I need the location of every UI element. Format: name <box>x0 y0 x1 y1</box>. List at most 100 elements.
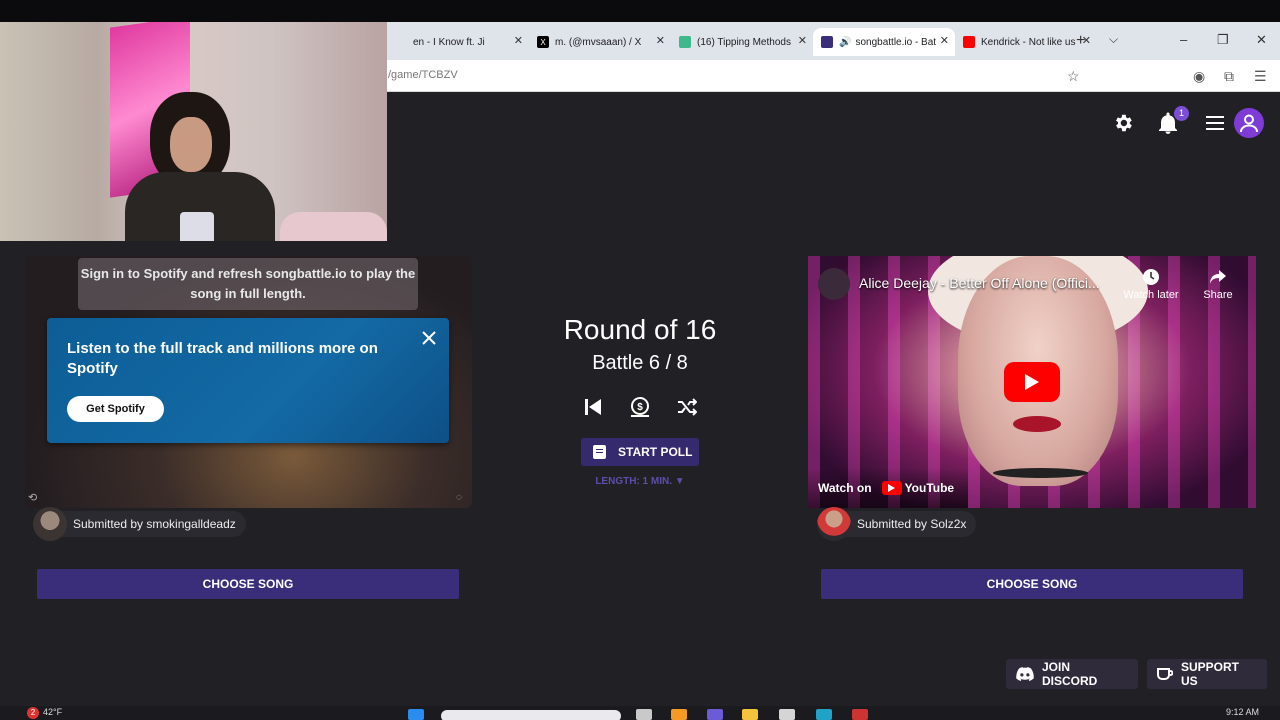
spotify-promo-card: Listen to the full track and millions mo… <box>47 318 449 443</box>
share-button[interactable]: Share <box>1198 268 1238 301</box>
speaker-icon: 🔊 <box>839 36 852 48</box>
clock-icon <box>1143 269 1159 285</box>
left-song-player[interactable]: Sign in to Spotify and refresh songbattl… <box>25 256 472 508</box>
left-submitted-by-text: Submitted by smokingalldeadz <box>73 517 236 531</box>
get-spotify-button[interactable]: Get Spotify <box>67 396 164 422</box>
avatar <box>817 507 851 541</box>
twitch-icon <box>679 36 691 48</box>
battle-progress: Battle 6 / 8 <box>592 352 688 374</box>
right-song-player[interactable]: Alice Deejay - Better Off Alone (Offici.… <box>808 256 1256 508</box>
songbattle-icon <box>821 36 833 48</box>
file-explorer-icon[interactable] <box>742 709 758 720</box>
spotify-signin-notice: Sign in to Spotify and refresh songbattl… <box>78 258 418 310</box>
start-poll-button[interactable]: START POLL <box>581 438 699 466</box>
windows-start-icon[interactable] <box>408 709 424 720</box>
extensions-icon[interactable]: ⧉ <box>1224 68 1234 85</box>
hamburger-menu-icon[interactable] <box>1202 110 1228 136</box>
donate-coin-icon[interactable]: $ <box>627 394 653 420</box>
close-window-icon[interactable]: ✕ <box>1256 32 1267 48</box>
support-us-button[interactable]: SUPPORT US <box>1147 659 1267 689</box>
close-icon[interactable] <box>419 328 439 348</box>
chat-app-icon[interactable] <box>707 709 723 720</box>
restore-icon[interactable]: ❐ <box>1217 32 1229 48</box>
start-poll-label: START POLL <box>618 445 693 459</box>
url-text[interactable]: /game/TCBZV <box>388 69 458 81</box>
coffee-cup-icon <box>1157 667 1173 681</box>
windows-taskbar: 2 42°F 9:12 AM <box>0 706 1280 720</box>
close-tab-icon[interactable]: ✕ <box>798 34 807 47</box>
watch-on-label: Watch on <box>818 481 872 495</box>
profile-sync-icon[interactable]: ◉ <box>1193 68 1205 85</box>
tab-label: (16) Tipping Methods <box>697 36 791 48</box>
video-title[interactable]: Alice Deejay - Better Off Alone (Offici.… <box>859 275 1100 291</box>
youtube-wordmark: YouTube <box>904 481 955 495</box>
right-choose-song-button[interactable]: CHOOSE SONG <box>821 569 1243 599</box>
svg-text:$: $ <box>637 402 643 413</box>
x-logo-icon: X <box>537 36 549 48</box>
store-app-icon[interactable] <box>779 709 795 720</box>
taskbar-clock[interactable]: 9:12 AM <box>1226 707 1259 717</box>
youtube-play-button[interactable] <box>1004 362 1060 402</box>
watch-later-button[interactable]: Watch later <box>1120 268 1182 301</box>
tab-label: m. (@mvsaaan) / X <box>555 36 642 48</box>
join-discord-label: JOIN DISCORD <box>1042 660 1098 688</box>
browser-tab[interactable]: en - I Know ft. Ji ✕ <box>387 28 529 56</box>
close-tab-icon[interactable]: ✕ <box>514 34 523 47</box>
browser-tab[interactable]: X m. (@mvsaaan) / X ✕ <box>529 28 671 56</box>
tab-label: songbattle.io - Bat <box>855 36 937 48</box>
tab-label: Kendrick - Not like us <box>981 36 1076 48</box>
watch-later-label: Watch later <box>1123 289 1179 301</box>
play-icon <box>1025 374 1039 390</box>
video-artist-choker <box>993 468 1088 478</box>
length-selector[interactable]: LENGTH: 1 MIN. ▼ <box>570 476 710 487</box>
webcam-overlay <box>0 22 387 241</box>
weather-temperature[interactable]: 42°F <box>43 707 62 717</box>
video-artist-lips <box>1013 416 1061 432</box>
previous-battle-icon[interactable] <box>580 394 606 420</box>
share-label: Share <box>1203 289 1233 301</box>
task-view-icon[interactable] <box>636 709 652 720</box>
music-note-icon <box>395 36 407 48</box>
youtube-logo-icon: YouTube <box>881 481 955 495</box>
bookmark-star-icon[interactable]: ☆ <box>1067 68 1080 85</box>
join-discord-button[interactable]: JOIN DISCORD <box>1006 659 1138 689</box>
round-title: Round of 16 <box>563 314 717 345</box>
right-submitted-by-text: Submitted by Solz2x <box>857 517 967 531</box>
pinned-app-icon[interactable] <box>852 709 868 720</box>
left-submitter: Submitted by smokingalldeadz <box>33 507 246 541</box>
browser-tabs: en - I Know ft. Ji ✕ X m. (@mvsaaan) / X… <box>387 28 1097 56</box>
refresh-icon[interactable]: ⟲ <box>28 491 37 504</box>
watch-on-youtube-link[interactable]: Watch on YouTube <box>808 468 968 508</box>
tab-list-chevron-icon[interactable]: ⌵ <box>1109 32 1118 47</box>
browser-app-icon[interactable] <box>671 709 687 720</box>
notification-count-badge: 1 <box>1174 106 1189 121</box>
battle-controls: $ <box>580 394 700 420</box>
browser-menu-icon[interactable]: ☰ <box>1254 68 1267 85</box>
channel-avatar-icon[interactable] <box>818 268 850 300</box>
browser-tab[interactable]: (16) Tipping Methods ✕ <box>671 28 813 56</box>
discord-icon <box>1016 667 1034 681</box>
hide-eye-icon[interactable]: ◌ <box>456 492 462 503</box>
edge-app-icon[interactable] <box>816 709 832 720</box>
tab-label: en - I Know ft. Ji <box>413 36 485 48</box>
share-arrow-icon <box>1210 270 1226 284</box>
taskbar-search-box[interactable] <box>441 710 621 720</box>
close-tab-icon[interactable]: ✕ <box>656 34 665 47</box>
close-tab-icon[interactable]: ✕ <box>940 34 949 47</box>
shuffle-icon[interactable] <box>674 394 700 420</box>
avatar <box>33 507 67 541</box>
webcam-person-face <box>170 117 212 172</box>
left-choose-song-button[interactable]: CHOOSE SONG <box>37 569 459 599</box>
webcam-cup <box>180 212 214 241</box>
new-tab-icon[interactable]: + <box>1076 32 1085 50</box>
minimize-icon[interactable]: – <box>1180 32 1187 47</box>
user-avatar-icon[interactable] <box>1234 108 1264 138</box>
poll-document-icon <box>593 445 606 459</box>
browser-tab-active[interactable]: 🔊 songbattle.io - Bat ✕ <box>813 28 955 56</box>
support-us-label: SUPPORT US <box>1181 660 1240 688</box>
youtube-icon <box>963 36 975 48</box>
settings-gear-icon[interactable] <box>1110 110 1136 136</box>
weather-alert-badge: 2 <box>27 707 39 719</box>
webcam-bed <box>280 212 387 241</box>
spotify-promo-message: Listen to the full track and millions mo… <box>67 340 378 377</box>
